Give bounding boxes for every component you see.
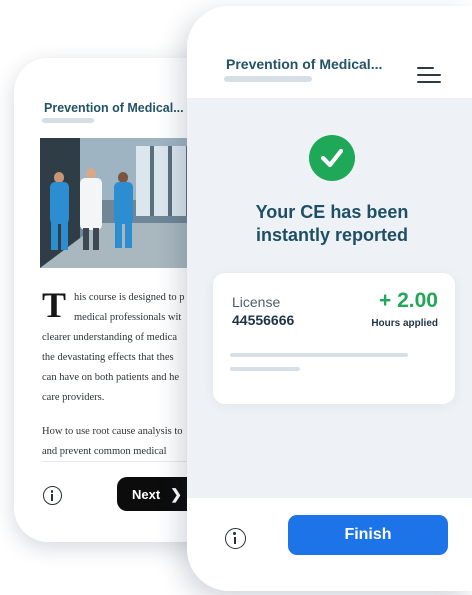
info-icon[interactable] — [225, 528, 246, 549]
screen-header: Prevention of Medical... — [187, 6, 472, 98]
info-icon[interactable] — [43, 486, 62, 505]
dropcap-letter: T — [42, 288, 67, 325]
back-header-title: Prevention of Medical... — [44, 101, 184, 115]
success-message-line: instantly reported — [255, 225, 409, 245]
hours-applied-value: + 2.00 — [379, 289, 438, 312]
check-circle-icon — [309, 135, 355, 181]
back-header-underline — [42, 118, 94, 123]
license-card: License 44556666 + 2.00 Hours applied — [213, 273, 455, 404]
front-phone-screen: Prevention of Medical... Your CE has bee… — [187, 6, 472, 591]
license-number: 44556666 — [232, 312, 295, 328]
hamburger-menu-icon[interactable] — [417, 66, 443, 84]
placeholder-line — [230, 353, 408, 357]
page-title: Prevention of Medical... — [226, 56, 383, 72]
hours-applied-label: Hours applied — [371, 318, 438, 329]
next-button-label: Next — [132, 486, 161, 502]
license-label: License — [232, 294, 281, 310]
success-message-line: Your CE has been — [255, 202, 409, 222]
chevron-right-icon: ❯ — [170, 485, 182, 502]
title-underline — [224, 76, 312, 82]
success-message: Your CE has been instantly reported — [187, 201, 472, 247]
finish-button[interactable]: Finish — [288, 515, 448, 555]
placeholder-line — [230, 367, 300, 371]
